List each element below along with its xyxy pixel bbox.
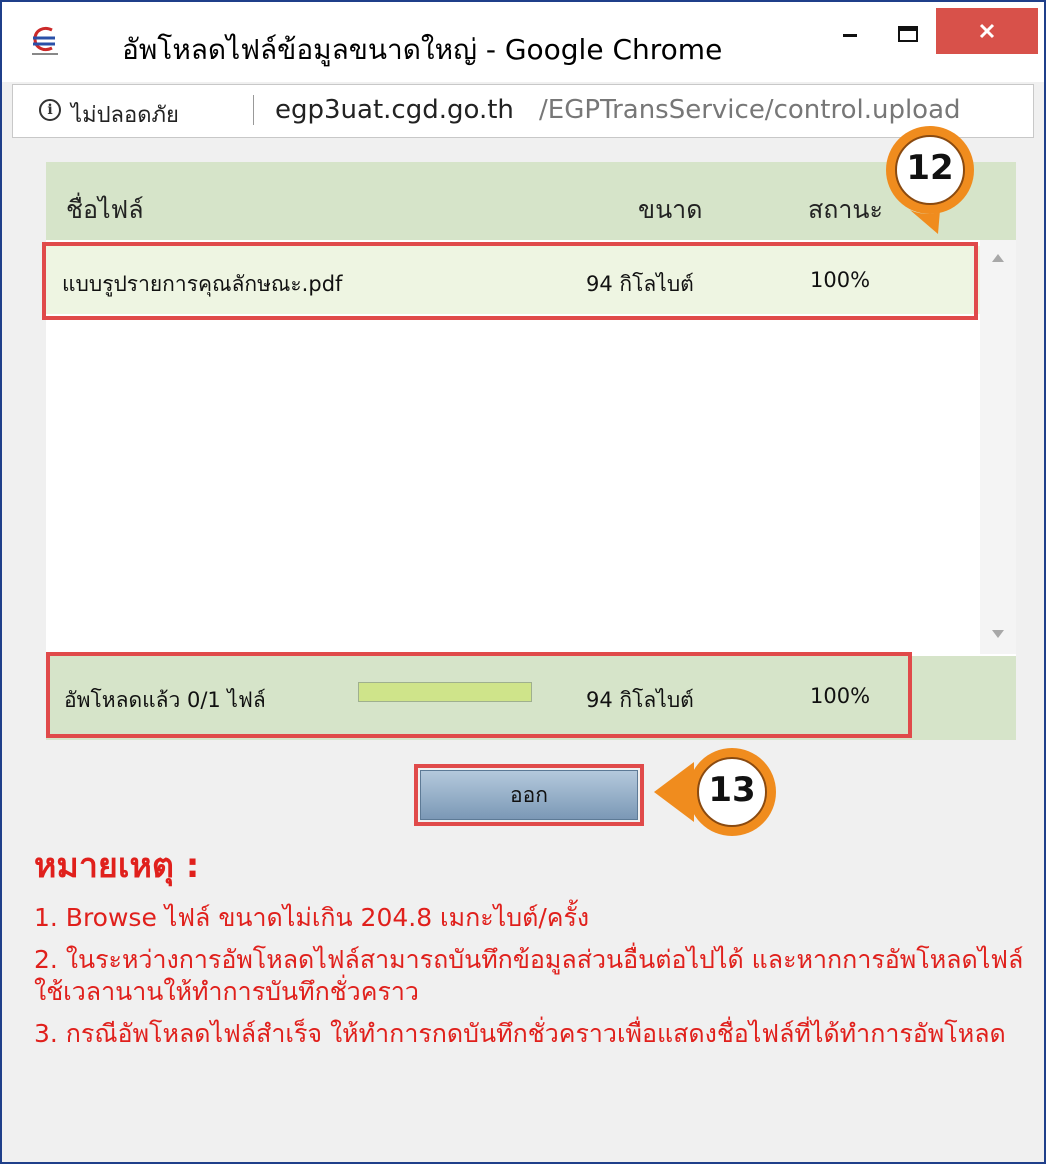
minimize-icon [843,34,857,37]
callout-number: 13 [708,770,756,810]
scroll-up-arrow-icon[interactable] [992,254,1004,262]
window-title: อัพโหลดไฟล์ข้อมูลขนาดใหญ่ - Google Chrom… [122,33,723,66]
url-host[interactable]: egp3uat.cgd.go.th [275,95,514,125]
upload-window: อัพโหลดไฟล์ข้อมูลขนาดใหญ่ - Google Chrom… [0,0,1046,1164]
highlight-file-row [42,242,978,320]
security-label[interactable]: ไม่ปลอดภัย [71,97,179,132]
scroll-down-arrow-icon[interactable] [992,630,1004,638]
column-header-filename: ชื่อไฟล์ [66,195,144,224]
exit-button[interactable]: ออก [420,770,638,820]
column-header-size: ขนาด [638,195,703,224]
note-item: 1. Browse ไฟล์ ขนาดไม่เกิน 204.8 เมกะไบต… [34,903,590,932]
scrollbar[interactable] [980,240,1016,654]
maximize-button[interactable] [880,10,936,58]
maximize-icon [898,26,918,42]
close-icon [979,23,995,39]
e-gp-logo-icon [32,26,58,55]
info-icon[interactable]: i [39,99,61,121]
callout-marker-12: 12 [880,120,980,238]
minimize-button[interactable] [824,10,876,58]
note-item: 3. กรณีอัพโหลดไฟล์สำเร็จ ให้ทำการกดบันทึ… [34,1019,1006,1048]
column-header-status: สถานะ [808,195,883,224]
callout-number: 12 [906,148,954,188]
notes-title: หมายเหตุ : [34,846,200,886]
table-header: ชื่อไฟล์ ขนาด สถานะ [46,162,1016,240]
highlight-summary-row [46,652,912,738]
address-separator [253,95,254,125]
notes-section: หมายเหตุ : 1. Browse ไฟล์ ขนาดไม่เกิน 20… [34,838,1024,1060]
callout-marker-13: 13 [650,740,778,840]
note-item: 2. ในระหว่างการอัพโหลดไฟล์สามารถบันทึกข้… [34,945,1024,1006]
close-button[interactable] [936,8,1038,54]
title-bar: อัพโหลดไฟล์ข้อมูลขนาดใหญ่ - Google Chrom… [2,2,1044,82]
